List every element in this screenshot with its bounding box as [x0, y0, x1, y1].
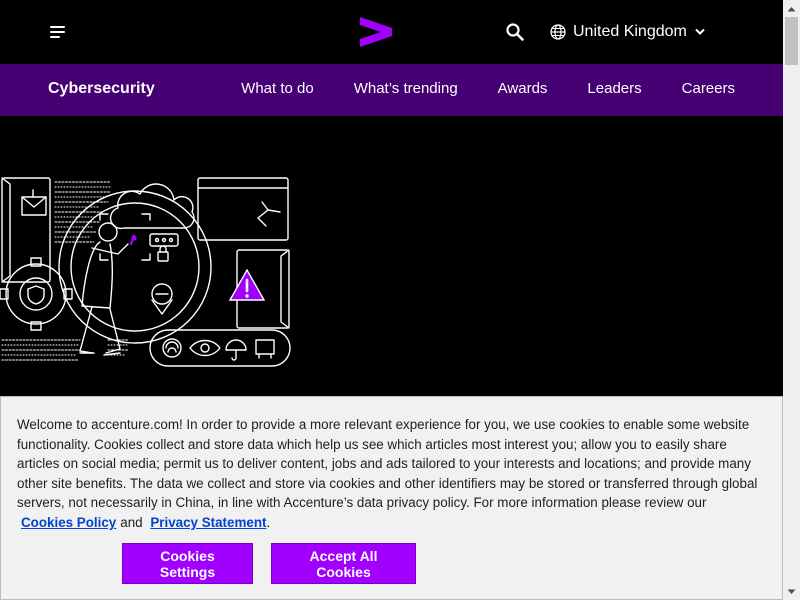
nav-link-careers[interactable]: Careers — [682, 80, 735, 97]
hamburger-menu-icon[interactable] — [48, 22, 68, 42]
cookie-consent-banner: Welcome to accenture.com! In order to pr… — [0, 396, 783, 600]
page-viewport: United Kingdom Cybersecurity What to do … — [0, 0, 783, 600]
accenture-logo-icon[interactable] — [359, 16, 393, 48]
scrollbar-thumb[interactable] — [785, 17, 798, 65]
top-header: United Kingdom — [0, 0, 783, 64]
vertical-scrollbar[interactable] — [783, 0, 800, 600]
cookie-message-text: Welcome to accenture.com! In order to pr… — [17, 417, 758, 511]
cookie-message: Welcome to accenture.com! In order to pr… — [17, 415, 762, 533]
section-nav-links: What to do What’s trending Awards Leader… — [241, 80, 735, 97]
nav-link-awards[interactable]: Awards — [498, 80, 548, 97]
globe-icon — [550, 24, 566, 40]
cookie-period-text: . — [266, 514, 271, 530]
country-selector[interactable]: United Kingdom — [550, 18, 706, 46]
nav-link-leaders[interactable]: Leaders — [587, 80, 641, 97]
chevron-down-icon — [695, 28, 705, 35]
section-nav: Cybersecurity What to do What’s trending… — [0, 64, 783, 116]
scroll-up-arrow-icon[interactable] — [783, 0, 800, 17]
search-icon[interactable] — [505, 22, 525, 42]
nav-link-whats-trending[interactable]: What’s trending — [354, 80, 458, 97]
cookies-settings-button[interactable]: Cookies Settings — [122, 543, 253, 584]
cybersecurity-illustration — [0, 177, 291, 367]
privacy-statement-link[interactable]: Privacy Statement — [150, 515, 266, 530]
cookie-and-text: and — [120, 514, 143, 530]
cookie-buttons: Cookies Settings Accept All Cookies — [122, 543, 416, 584]
cookies-policy-link[interactable]: Cookies Policy — [21, 515, 116, 530]
scroll-down-arrow-icon[interactable] — [783, 583, 800, 600]
nav-link-what-to-do[interactable]: What to do — [241, 80, 314, 97]
section-title[interactable]: Cybersecurity — [48, 80, 155, 98]
accept-all-cookies-button[interactable]: Accept All Cookies — [271, 543, 416, 584]
country-label: United Kingdom — [573, 23, 687, 40]
